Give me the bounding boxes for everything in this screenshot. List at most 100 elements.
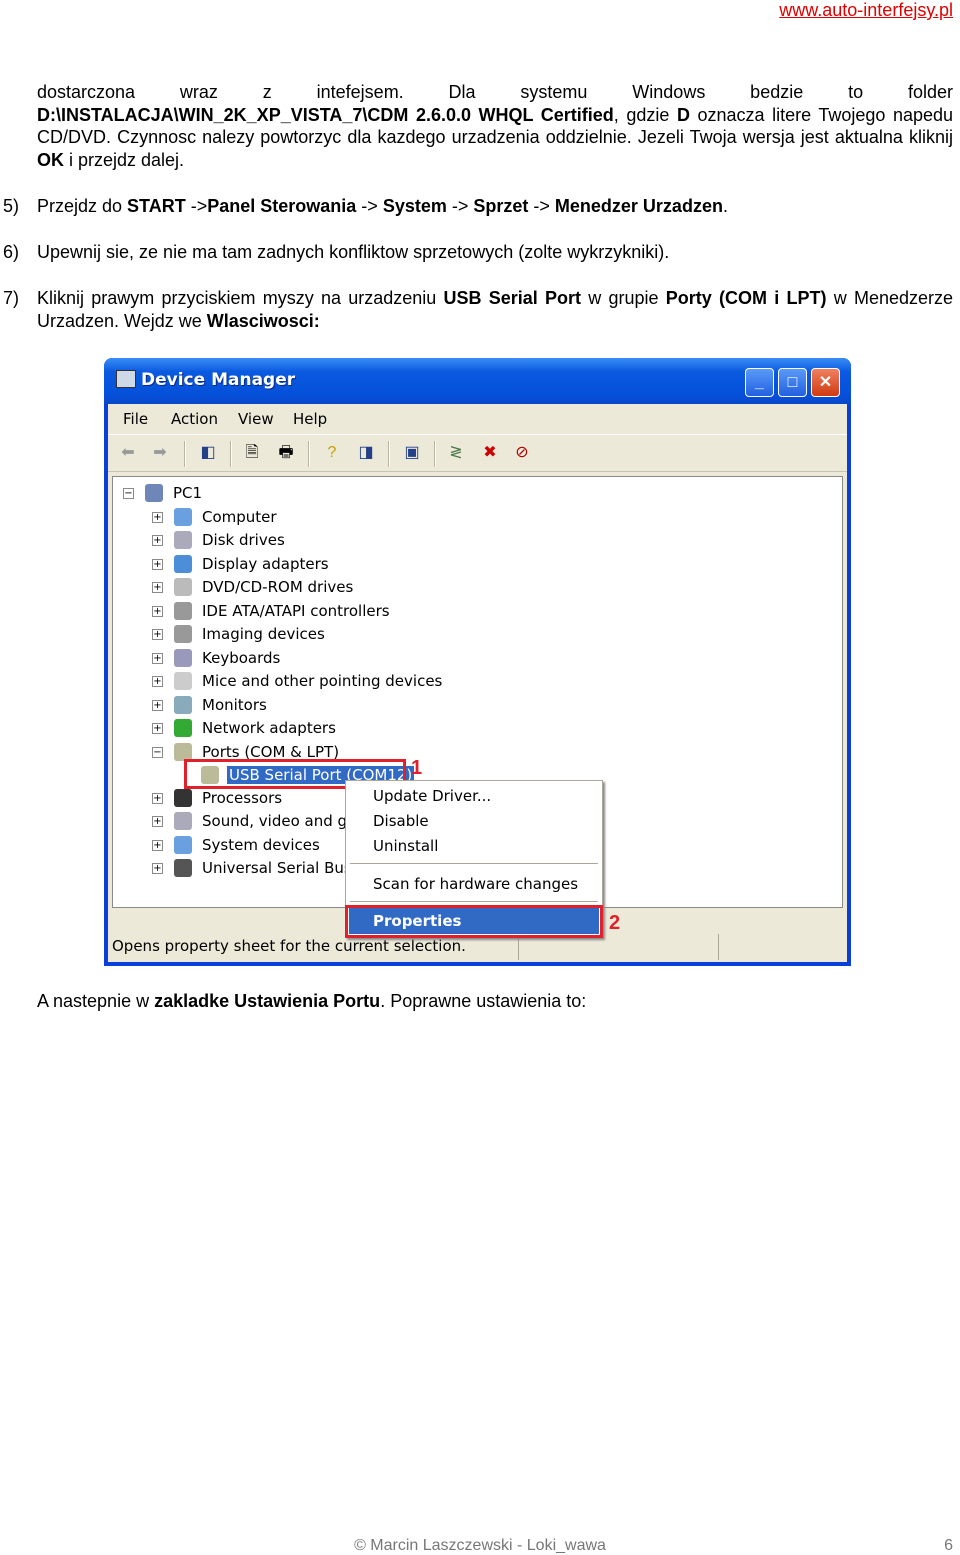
expand-icon[interactable]: + bbox=[152, 558, 163, 570]
bold-text: System bbox=[382, 196, 447, 216]
text-run: . bbox=[722, 196, 728, 216]
node-label: PC1 bbox=[173, 484, 203, 502]
show-hide-tree-icon[interactable]: ◧ bbox=[198, 444, 218, 462]
bold-text: Wlasciwosci: bbox=[206, 310, 320, 331]
step-number: 5) bbox=[3, 196, 20, 216]
device-icon bbox=[174, 601, 192, 620]
footer-text: © Marcin Laszczewski - Loki_wawa bbox=[354, 1537, 606, 1554]
text-run: Upewnij sie, ze nie ma tam zadnych konfl… bbox=[37, 242, 670, 262]
device-icon bbox=[174, 578, 192, 597]
tree-item[interactable]: + IDE ATA/ATAPI controllers bbox=[152, 601, 392, 621]
expand-icon[interactable]: + bbox=[152, 723, 163, 735]
scan-hardware-icon[interactable]: ≷ bbox=[446, 444, 466, 462]
collapse-icon[interactable]: − bbox=[123, 488, 134, 499]
device-icon bbox=[174, 672, 192, 691]
menu-action[interactable]: Action bbox=[171, 410, 218, 428]
text-run: -> bbox=[185, 196, 208, 216]
properties-icon[interactable]: 🗎 bbox=[242, 444, 262, 462]
device-manager-icon bbox=[116, 370, 136, 388]
text-run: dostarczona wraz z intefejsem. Dla syste… bbox=[37, 82, 953, 102]
device-icon bbox=[174, 835, 192, 854]
device-icon bbox=[174, 742, 192, 761]
menu-scan-hardware[interactable]: Scan for hardware changes bbox=[373, 875, 578, 893]
node-label: Computer bbox=[202, 508, 277, 526]
header-link[interactable]: www.auto-interfejsy.pl bbox=[779, 0, 953, 21]
tree-item[interactable]: + Computer bbox=[152, 507, 279, 527]
node-label: Monitors bbox=[202, 695, 267, 714]
text-run: , gdzie bbox=[613, 104, 677, 125]
text-run: w grupie bbox=[581, 288, 666, 308]
bold-text: zakladke Ustawienia Portu bbox=[154, 991, 381, 1011]
device-icon bbox=[174, 719, 192, 738]
text-run: -> bbox=[361, 196, 383, 216]
bold-text: OK bbox=[37, 150, 64, 171]
expand-icon[interactable]: + bbox=[152, 816, 163, 828]
close-button[interactable]: ✕ bbox=[811, 368, 840, 397]
expand-icon[interactable]: + bbox=[152, 582, 163, 594]
device-icon bbox=[174, 554, 192, 573]
tree-item[interactable]: + Sound, video and ga bbox=[152, 811, 358, 831]
menu-file[interactable]: File bbox=[123, 410, 148, 428]
bold-text: USB Serial Port bbox=[443, 288, 582, 308]
device-icon bbox=[174, 625, 192, 644]
expand-icon[interactable]: + bbox=[152, 793, 163, 804]
device-icon bbox=[174, 648, 192, 667]
tree-item[interactable]: + Display adapters bbox=[152, 554, 331, 574]
expand-icon[interactable]: + bbox=[152, 512, 163, 523]
tree-item[interactable]: + Imaging devices bbox=[152, 624, 327, 644]
expand-icon[interactable]: + bbox=[152, 676, 163, 688]
text-run: . Poprawne ustawienia to: bbox=[380, 991, 587, 1011]
text-run: Kliknij prawym przyciskiem myszy na urza… bbox=[37, 288, 444, 308]
tree-item[interactable]: + Network adapters bbox=[152, 718, 338, 738]
menu-help[interactable]: Help bbox=[293, 410, 327, 428]
step-6-text: Upewnij sie, ze nie ma tam zadnych konfl… bbox=[37, 241, 953, 264]
print-icon[interactable]: 🖶 bbox=[276, 444, 296, 462]
tree-root-pc1[interactable]: − PC1 bbox=[123, 483, 204, 503]
paragraph-after: A nastepnie w zakladke Ustawienia Portu.… bbox=[37, 990, 953, 1013]
tree-item[interactable]: + DVD/CD-ROM drives bbox=[152, 577, 355, 597]
node-label: Imaging devices bbox=[202, 625, 325, 644]
expand-icon[interactable]: + bbox=[152, 629, 163, 641]
collapse-icon[interactable]: − bbox=[152, 746, 163, 758]
tree-item[interactable]: + Mice and other pointing devices bbox=[152, 671, 444, 691]
show-hide-action-pane-icon[interactable]: ◨ bbox=[356, 444, 376, 462]
expand-icon[interactable]: + bbox=[152, 863, 163, 875]
menu-bar: File Action View Help bbox=[108, 404, 847, 432]
bold-text: Sprzet bbox=[473, 196, 529, 216]
node-label: Display adapters bbox=[202, 554, 329, 573]
forward-arrow-icon[interactable]: ➡ bbox=[150, 444, 170, 462]
menu-update-driver[interactable]: Update Driver... bbox=[373, 787, 491, 805]
device-icon bbox=[174, 695, 192, 714]
menu-disable[interactable]: Disable bbox=[373, 812, 429, 830]
node-label: Sound, video and ga bbox=[202, 812, 357, 831]
bold-text: Menedzer Urzadzen bbox=[554, 196, 723, 216]
tree-item[interactable]: + Disk drives bbox=[152, 530, 287, 550]
expand-icon[interactable]: + bbox=[152, 699, 163, 711]
tree-item[interactable]: + Processors bbox=[152, 788, 284, 808]
help-icon[interactable]: ? bbox=[322, 444, 342, 462]
expand-icon[interactable]: + bbox=[152, 605, 163, 617]
back-arrow-icon[interactable]: ⬅ bbox=[118, 444, 138, 462]
menu-view[interactable]: View bbox=[238, 410, 274, 428]
tree-item[interactable]: + Monitors bbox=[152, 695, 269, 715]
step-number: 7) bbox=[3, 288, 20, 308]
window-title: Device Manager bbox=[141, 370, 296, 390]
node-label: DVD/CD-ROM drives bbox=[202, 578, 354, 597]
maximize-button[interactable]: □ bbox=[778, 368, 807, 397]
minimize-button[interactable]: _ bbox=[745, 368, 774, 397]
tree-item[interactable]: + System devices bbox=[152, 835, 322, 855]
title-bar[interactable]: Device Manager _ □ ✕ bbox=[104, 358, 851, 404]
tree-item[interactable]: + Keyboards bbox=[152, 648, 282, 668]
disable-icon[interactable]: ⊘ bbox=[512, 444, 532, 462]
expand-icon[interactable]: + bbox=[152, 652, 163, 664]
node-label: Processors bbox=[202, 789, 283, 807]
text-run: -> bbox=[446, 196, 474, 216]
uninstall-icon[interactable]: ✖ bbox=[480, 444, 500, 462]
device-icon bbox=[174, 859, 192, 878]
menu-uninstall[interactable]: Uninstall bbox=[373, 837, 438, 855]
update-driver-icon[interactable]: ▣ bbox=[402, 444, 422, 462]
tree-item[interactable]: + Universal Serial Bus c bbox=[152, 858, 367, 878]
device-icon bbox=[174, 508, 192, 526]
expand-icon[interactable]: + bbox=[152, 535, 163, 547]
expand-icon[interactable]: + bbox=[152, 839, 163, 851]
